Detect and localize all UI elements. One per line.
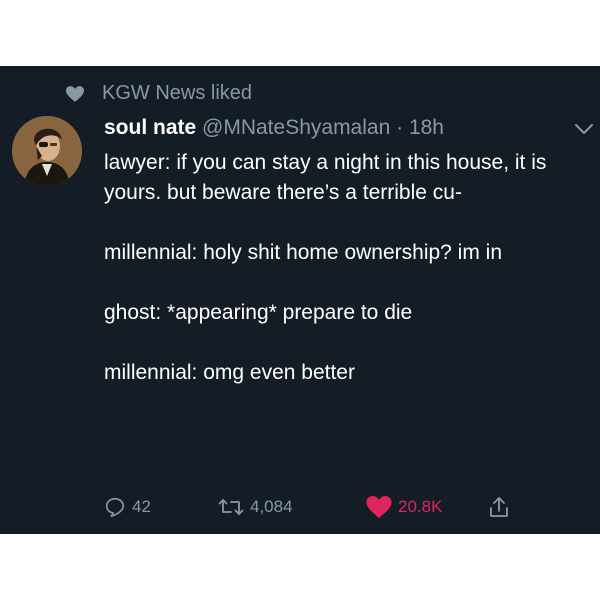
heart-filled-icon (366, 496, 392, 518)
share-button[interactable] (488, 492, 516, 522)
separator-dot: · (390, 116, 409, 139)
tweet-text: lawyer: if you can stay a night in this … (104, 148, 584, 418)
tweet-paragraph: ghost: *appearing* prepare to die (104, 301, 413, 324)
tweet-header: soul nate @MNateShyamalan · 18h (104, 116, 444, 140)
retweet-icon (218, 499, 244, 515)
social-context-label[interactable]: KGW News liked (102, 82, 252, 105)
retweet-count: 4,084 (250, 497, 293, 516)
timestamp[interactable]: 18h (409, 116, 444, 139)
reply-button[interactable]: 42 (104, 492, 151, 522)
tweet-actions: 42 4,084 20.8K (104, 492, 574, 522)
tweet-paragraph: lawyer: if you can stay a night in this … (104, 151, 553, 204)
reply-icon (105, 497, 125, 517)
user-handle[interactable]: @MNateShyamalan (202, 116, 390, 139)
heart-icon (66, 85, 84, 102)
social-context: KGW News liked (66, 82, 252, 105)
like-button[interactable]: 20.8K (366, 492, 442, 522)
avatar[interactable] (12, 116, 82, 186)
tweet-paragraph: millennial: holy shit home ownership? im… (104, 241, 503, 264)
like-count: 20.8K (398, 497, 443, 516)
retweet-button[interactable]: 4,084 (218, 492, 293, 522)
reply-count: 42 (132, 497, 151, 516)
chevron-down-icon[interactable] (574, 122, 594, 136)
share-icon (490, 497, 508, 517)
tweet-card[interactable]: KGW News liked soul nate @MNateShyamalan… (0, 66, 600, 534)
display-name[interactable]: soul nate (104, 116, 196, 139)
avatar-portrait (12, 116, 82, 186)
tweet-paragraph: millennial: omg even better (104, 361, 355, 384)
